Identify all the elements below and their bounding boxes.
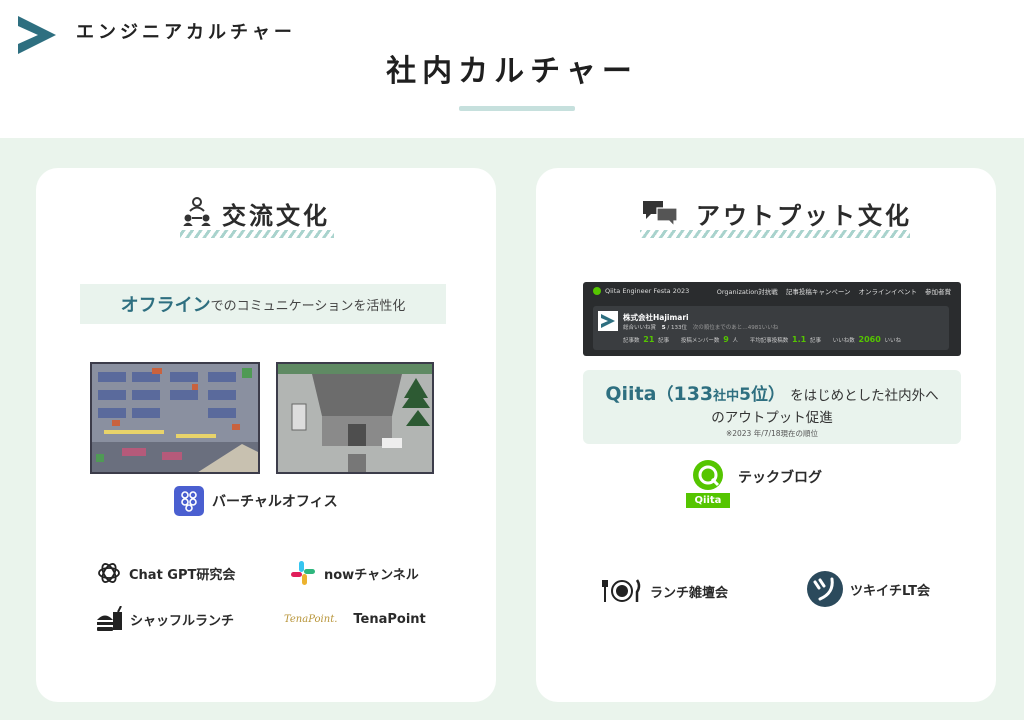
stat-label: 平均記事投稿数 [749,338,789,344]
output-title: アウトプット文化 [696,202,912,230]
company-logo-icon [598,311,618,331]
virtual-office-feature: バーチャルオフィス [174,486,338,516]
chatgpt-feature: Chat GPT研究会 [96,560,235,586]
qiita-note-sha: 社中 [713,389,740,404]
tsukiichi-logo-icon [807,571,843,607]
people-network-icon [183,197,211,226]
offline-strong-text: オフライン [120,295,211,316]
rank-total: / 133位 [667,325,687,331]
burger-drink-icon [97,606,122,631]
chatgpt-label: Chat GPT研究会 [129,567,236,583]
stat-unit: 記事 [809,338,821,344]
company-name: 株式会社Hajimari [623,313,689,322]
lunch-chat-label: ランチ雑壇会 [650,585,729,601]
qiita-note-rest2: のアウトプット促進 [711,410,833,426]
tenapoint-feature: TenaPoint. TenaPoint [284,612,426,627]
exchange-title-stripe [180,230,334,238]
tenapoint-label: TenaPoint [353,612,426,627]
virtual-office-map-desks-art [92,364,258,472]
rank-value: 5 [661,325,666,331]
brand-name: エンジニアカルチャー [76,22,296,43]
qiita-company-panel: 株式会社Hajimari 総合いいね賞 5 / 133位 次の順位までのあと…4… [593,306,949,350]
rank-line: 総合いいね賞 5 / 133位 次の順位までのあと…4981いいね [623,323,778,331]
now-channel-feature: nowチャンネル [290,560,419,586]
output-section-header: アウトプット文化 [536,182,996,238]
output-culture-card: アウトプット文化 Qiita Engineer Festa 2023 Organ… [536,168,996,702]
output-title-stripe [640,230,910,238]
qiita-note-paren-open: （ [656,385,674,405]
page-header: エンジニアカルチャー 社内カルチャー [0,0,1024,138]
qiita-note-rest1: をはじめとした社内外へ [790,388,939,404]
tenapoint-logo: TenaPoint. [284,614,338,625]
exchange-culture-card: 交流文化 オフライン でのコミュニケーションを活性化 バーチャルオフィス Cha… [36,168,496,702]
qiita-q-icon [693,460,723,490]
stat-value: 21 [643,335,655,344]
exchange-title: 交流文化 [222,202,330,230]
rank-label: 総合いいね賞 [623,325,657,331]
virtual-office-icon [174,486,204,516]
qiita-note-qiita: Qiita [605,383,657,405]
qiita-note-line1: Qiita（133社中5位） をはじめとした社内外へ [583,380,961,405]
virtual-office-map-desks [90,362,260,474]
virtual-office-map-shrine [276,362,434,474]
qiita-festa-bar: Qiita Engineer Festa 2023 Organization対抗… [583,282,961,300]
stat-unit: 人 [732,338,739,344]
stat-label: 記事数 [623,338,640,344]
qiita-logo-text: Qiita [686,493,730,508]
chat-bubbles-icon [643,201,678,226]
shuffle-lunch-feature: シャッフルランチ [96,606,234,632]
now-channel-label: nowチャンネル [324,567,419,583]
dining-icon [602,579,641,602]
qiita-ranking-note: Qiita（133社中5位） をはじめとした社内外へ のアウトプット促進 ※20… [583,370,961,444]
stat-unit: いいね [884,338,902,344]
virtual-office-map-shrine-art [278,364,432,472]
qiita-nav-item: Organization対抗戦 [716,288,778,296]
tsukiichi-lt-feature: ツキイチLT会 [806,570,930,608]
exchange-section-header: 交流文化 [36,182,496,238]
offline-rest-text: でのコミュニケーションを活性化 [210,298,406,314]
stat-value: 1.1 [792,335,807,344]
stat-value: 9 [723,335,729,344]
shuffle-lunch-label: シャッフルランチ [130,613,235,629]
tech-blog-label: テックブログ [738,470,822,486]
rank-note: 次の順位までのあと…4981いいね [692,325,779,331]
qiita-festa-title: Qiita Engineer Festa 2023 [605,287,690,295]
qiita-note-paren-close: ） [768,385,786,405]
slack-icon [291,561,315,585]
qiita-festa-logo-icon [593,287,601,295]
offline-banner: オフライン でのコミュニケーションを活性化 [80,284,446,324]
qiita-note-footnote: ※2023 年/7/18現在の順位 [725,429,819,438]
tech-blog-feature: Qiita テックブログ [686,458,822,508]
stat-label: いいね数 [832,338,855,344]
tsukiichi-lt-label: ツキイチLT会 [850,583,930,599]
qiita-nav-item: オンラインイベント [858,288,918,296]
qiita-nav-item: 記事投稿キャンペーン [785,288,851,296]
qiita-note-rank: 5位 [739,385,769,405]
stats-line: 記事数 21 記事 投稿メンバー数 9 人 平均記事投稿数 1.1 記事 いいね… [623,335,901,344]
virtual-office-label: バーチャルオフィス [212,494,338,510]
qiita-note-133: 133 [673,383,714,405]
qiita-festa-screenshot: Qiita Engineer Festa 2023 Organization対抗… [583,282,961,356]
qiita-nav-item: 参加者賞 [925,288,951,296]
stat-unit: 記事 [658,338,670,344]
qiita-logo-icon: Qiita [686,458,730,508]
lunch-chat-feature: ランチ雑壇会 [602,578,728,604]
openai-icon [98,563,120,583]
stat-label: 投稿メンバー数 [680,338,720,344]
title-underline [459,106,575,111]
stat-value: 2060 [858,335,881,344]
page-title: 社内カルチャー [386,54,638,89]
